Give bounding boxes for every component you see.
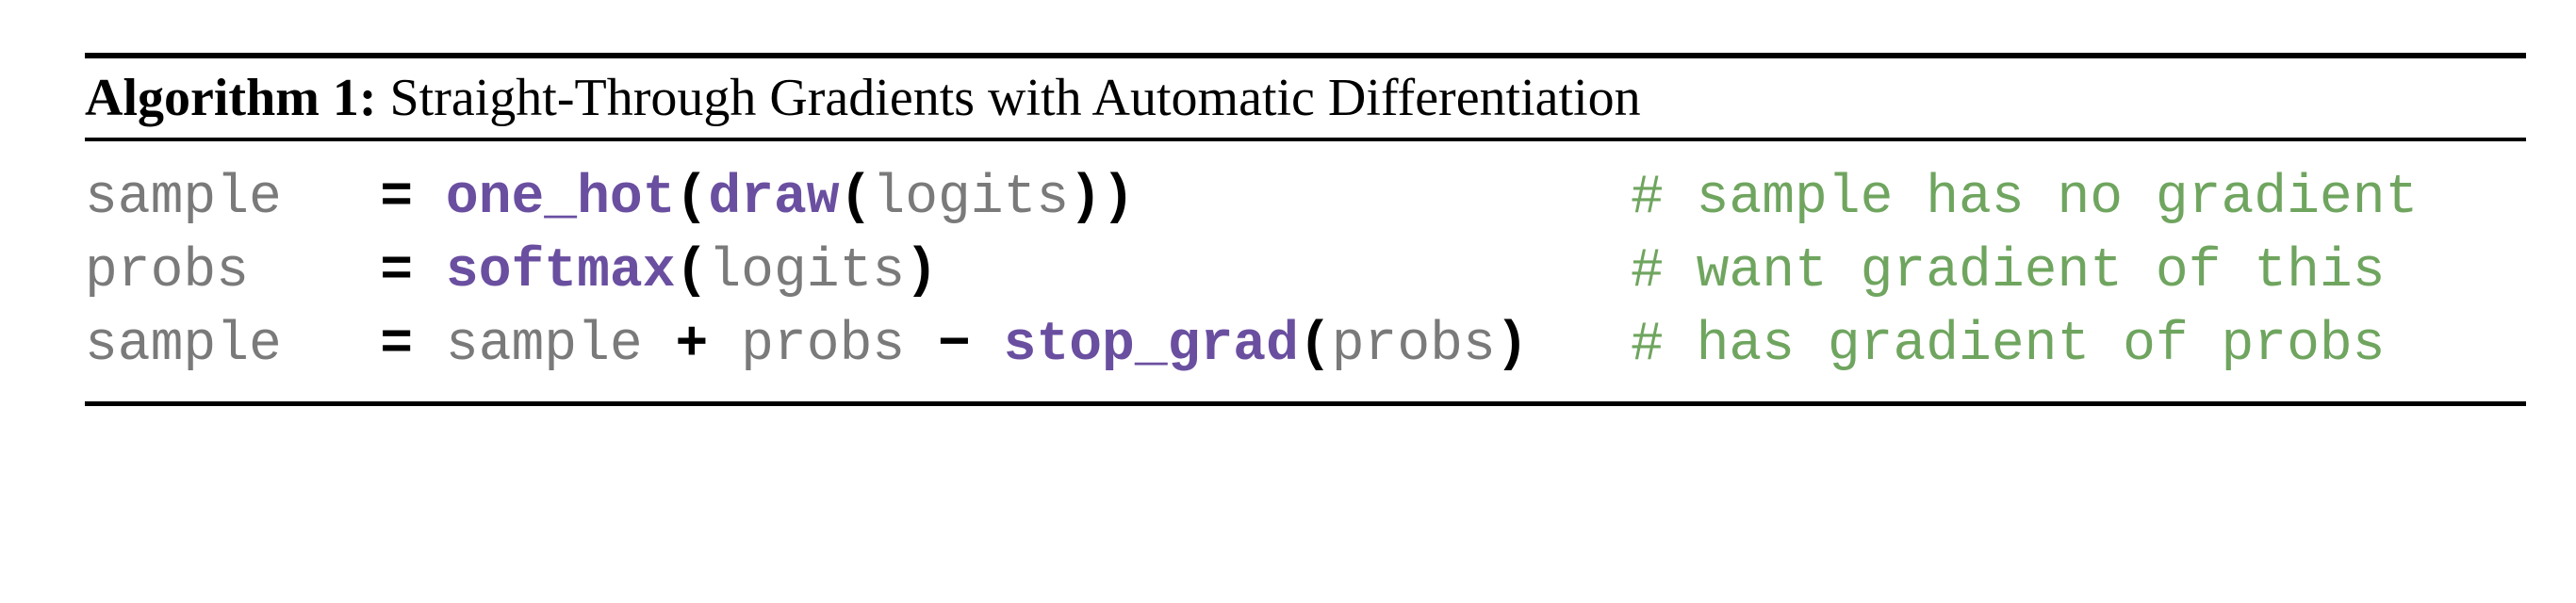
algorithm-block: Algorithm 1: Straight-Through Gradients … bbox=[85, 53, 2526, 406]
code-line-3-code: sample = sample + probs − stop_grad(prob… bbox=[85, 309, 1529, 383]
minus-operator: − bbox=[938, 315, 971, 376]
variable-sample: sample bbox=[445, 315, 643, 376]
plus-operator: + bbox=[675, 315, 709, 376]
assign-operator: = bbox=[380, 241, 414, 302]
code-comment-3: # has gradient of probs bbox=[1631, 315, 2386, 376]
paren-close: ) bbox=[905, 241, 938, 302]
paren-open: ( bbox=[675, 168, 709, 229]
code-line-3: sample = sample + probs − stop_grad(prob… bbox=[85, 309, 2526, 383]
variable-probs: probs bbox=[1331, 315, 1496, 376]
code-line-2: probs = softmax(logits) # want gradient … bbox=[85, 236, 2526, 309]
algorithm-caption: Algorithm 1: Straight-Through Gradients … bbox=[85, 58, 2526, 138]
code-listing: sample = one_hot(draw(logits)) # sample … bbox=[85, 141, 2526, 401]
bottom-rule bbox=[85, 401, 2526, 406]
paren-open: ( bbox=[839, 168, 873, 229]
code-line-1-code: sample = one_hot(draw(logits)) bbox=[85, 162, 1135, 236]
paren-open: ( bbox=[675, 241, 709, 302]
variable-logits: logits bbox=[872, 168, 1070, 229]
function-one-hot: one_hot bbox=[445, 168, 676, 229]
variable-logits: logits bbox=[708, 241, 906, 302]
algorithm-title: Straight-Through Gradients with Automati… bbox=[389, 69, 1641, 127]
function-softmax: softmax bbox=[445, 241, 676, 302]
variable-probs: probs bbox=[741, 315, 906, 376]
function-stop-grad: stop_grad bbox=[1003, 315, 1299, 376]
algorithm-label: Algorithm 1: bbox=[85, 69, 377, 127]
variable-sample: sample bbox=[85, 168, 282, 229]
function-draw: draw bbox=[708, 168, 840, 229]
assign-operator: = bbox=[380, 168, 414, 229]
code-line-1: sample = one_hot(draw(logits)) # sample … bbox=[85, 162, 2526, 236]
paren-open: ( bbox=[1298, 315, 1332, 376]
paren-close: )) bbox=[1069, 168, 1135, 229]
assign-operator: = bbox=[380, 315, 414, 376]
paren-close: ) bbox=[1495, 315, 1529, 376]
code-comment-2: # want gradient of this bbox=[1631, 241, 2386, 302]
variable-probs: probs bbox=[85, 241, 250, 302]
code-line-2-code: probs = softmax(logits) bbox=[85, 236, 938, 309]
variable-sample: sample bbox=[85, 315, 282, 376]
code-comment-1: # sample has no gradient bbox=[1631, 168, 2419, 229]
